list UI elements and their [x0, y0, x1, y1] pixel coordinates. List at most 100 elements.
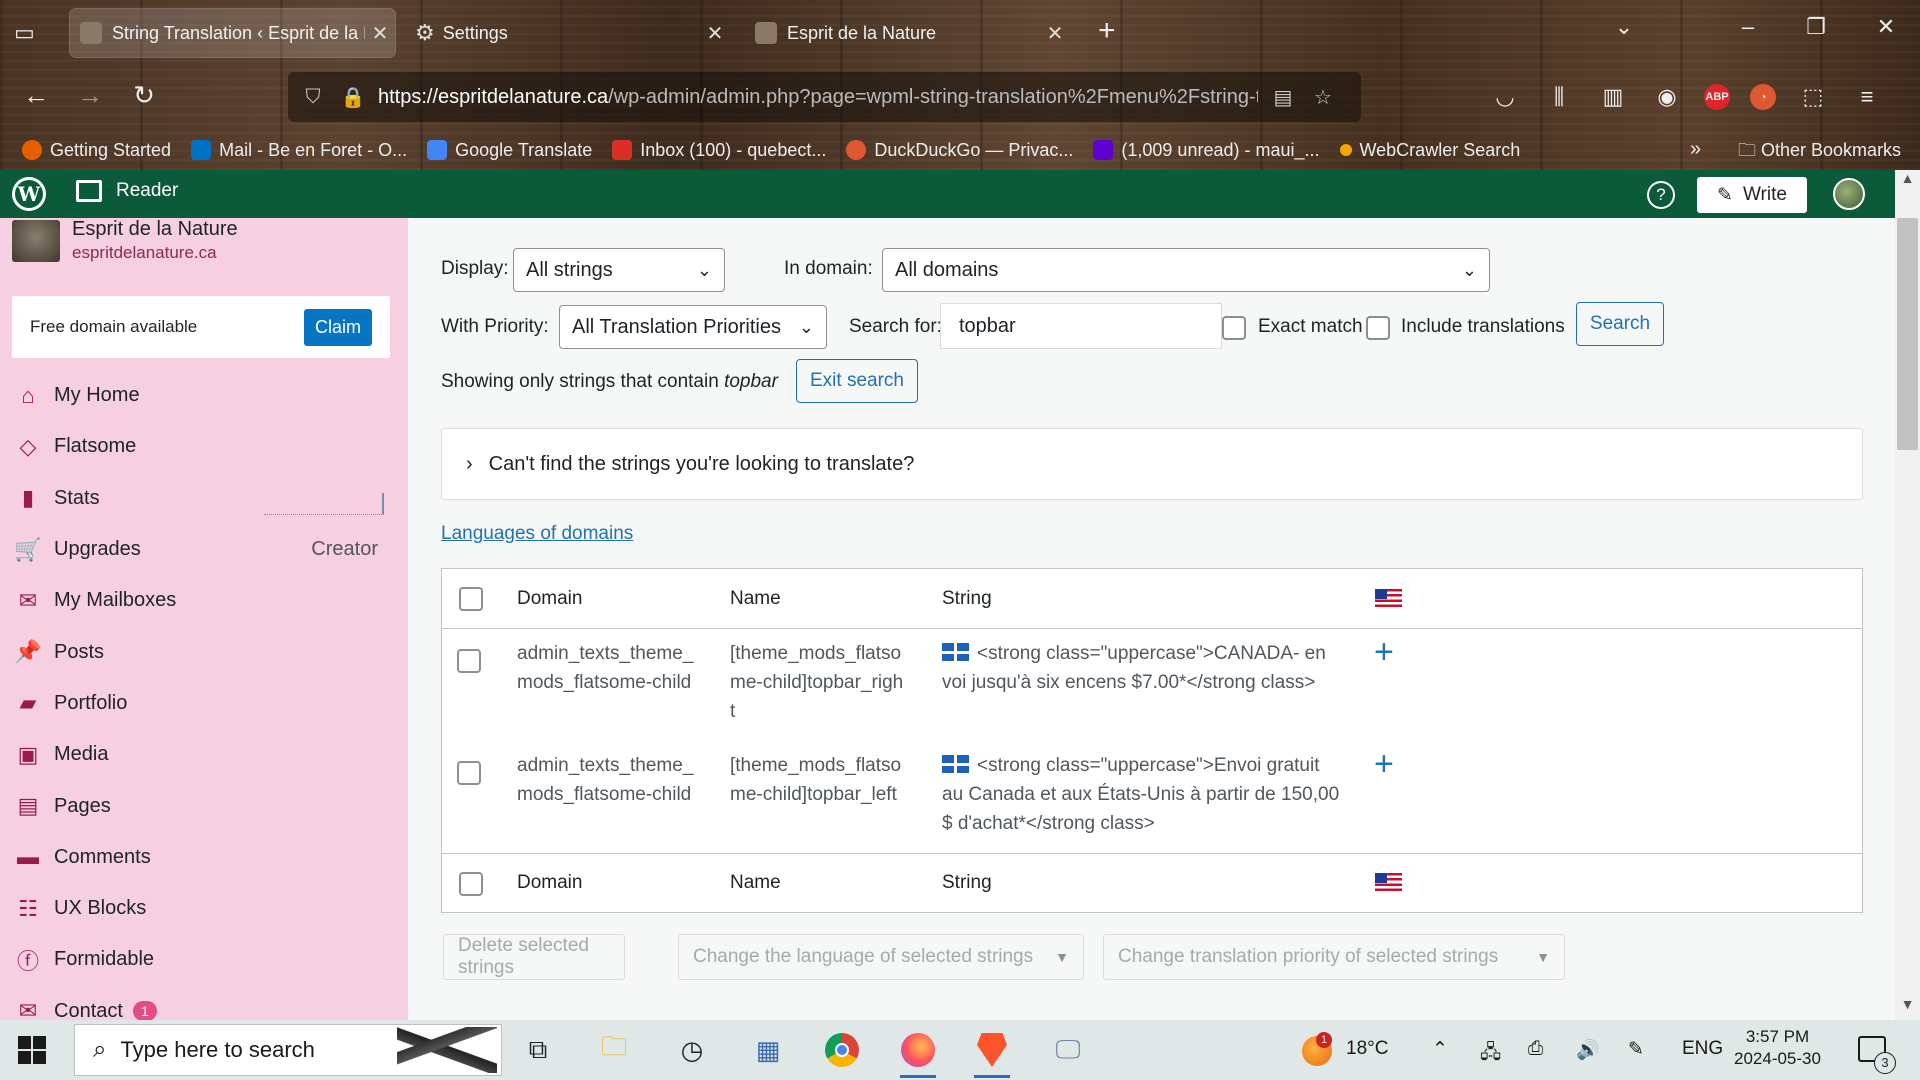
- exit-search-button[interactable]: Exit search: [796, 359, 918, 403]
- brave-icon[interactable]: [970, 1028, 1014, 1078]
- tab-esprit[interactable]: Esprit de la Nature ✕: [745, 9, 1070, 57]
- tab-manager-icon[interactable]: ▭: [14, 20, 44, 46]
- minimize-icon[interactable]: –: [1728, 14, 1768, 40]
- bookmark-webcrawler[interactable]: WebCrawler Search: [1339, 140, 1520, 161]
- duckduckgo-icon[interactable]: ◔: [1750, 84, 1776, 110]
- add-translation-icon[interactable]: +: [1374, 745, 1394, 784]
- change-language-select[interactable]: Change the language of selected strings ▼: [678, 934, 1084, 980]
- sidebar-item-formidable[interactable]: ⓕ Formidable: [0, 934, 408, 985]
- bookmark-mail[interactable]: Mail - Be en Foret - O...: [191, 140, 407, 161]
- row-checkbox[interactable]: [457, 761, 481, 785]
- row-checkbox[interactable]: [457, 649, 481, 673]
- include-translations-checkbox[interactable]: [1366, 316, 1390, 340]
- languages-of-domains-link[interactable]: Languages of domains: [441, 523, 633, 545]
- sidebar-item-comments[interactable]: ▬ Comments: [0, 832, 408, 883]
- search-input[interactable]: topbar: [940, 303, 1222, 349]
- file-explorer-icon[interactable]: 🗀: [592, 1028, 636, 1072]
- sidebar-item-portfolio[interactable]: ▰ Portfolio: [0, 678, 408, 729]
- sidebar-item-pages[interactable]: ▤ Pages: [0, 780, 408, 831]
- url-text[interactable]: https://espritdelanature.ca/wp-admin/adm…: [378, 86, 1258, 109]
- clock-app-icon[interactable]: ◷: [670, 1028, 714, 1072]
- sidebar-item-posts[interactable]: 📌 Posts: [0, 626, 408, 677]
- restore-icon[interactable]: ❐: [1796, 14, 1836, 40]
- forward-icon[interactable]: →: [70, 80, 110, 111]
- lock-icon[interactable]: 🔒: [338, 85, 368, 110]
- other-bookmarks[interactable]: 🗀 Other Bookmarks: [1738, 138, 1901, 168]
- pocket-icon[interactable]: ◡: [1488, 80, 1522, 114]
- write-button[interactable]: ✎ Write: [1697, 177, 1807, 213]
- sidebar-item-upgrades[interactable]: 🛒 Upgrades Creator: [0, 524, 408, 575]
- new-tab-icon[interactable]: +: [1098, 14, 1116, 48]
- sidebar-item-my-home[interactable]: ⌂ My Home: [0, 370, 408, 421]
- reader-view-icon[interactable]: ▤: [1268, 85, 1298, 110]
- language-indicator[interactable]: ENG: [1682, 1038, 1723, 1060]
- avatar[interactable]: [1833, 178, 1865, 210]
- meet-now-icon[interactable]: ⎙: [1528, 1038, 1543, 1060]
- volume-icon[interactable]: 🔊: [1576, 1038, 1600, 1062]
- back-icon[interactable]: ←: [16, 80, 56, 111]
- task-view-icon[interactable]: ⧉: [516, 1028, 560, 1072]
- name-column-footer[interactable]: Name: [730, 868, 781, 897]
- search-button[interactable]: Search: [1576, 302, 1664, 346]
- help-icon[interactable]: ?: [1647, 181, 1675, 209]
- windows-start-icon[interactable]: [18, 1036, 46, 1064]
- missing-strings-accordion[interactable]: › Can't find the strings you're looking …: [441, 428, 1863, 500]
- pen-icon[interactable]: ✎: [1628, 1038, 1644, 1061]
- sidebar-item-flatsome[interactable]: ◇ Flatsome: [0, 421, 408, 472]
- close-tab-icon[interactable]: ✕: [1040, 21, 1070, 46]
- scroll-down-icon[interactable]: ▼: [1895, 996, 1920, 1020]
- bookmark-star-icon[interactable]: ☆: [1308, 85, 1338, 110]
- extensions-icon[interactable]: ⬚: [1796, 80, 1830, 114]
- claim-button[interactable]: Claim: [303, 308, 372, 346]
- calculator-icon[interactable]: ▦: [746, 1028, 790, 1072]
- string-column-header[interactable]: String: [942, 584, 992, 613]
- domain-column-footer[interactable]: Domain: [517, 868, 582, 897]
- sidebar-item-stats[interactable]: ▮ Stats: [0, 473, 408, 524]
- adblock-icon[interactable]: ABP: [1704, 84, 1730, 110]
- domain-select[interactable]: All domains ⌄: [882, 248, 1490, 292]
- monitor-app-icon[interactable]: 🖵: [1046, 1028, 1090, 1072]
- string-column-footer[interactable]: String: [942, 868, 992, 897]
- sidebar-item-media[interactable]: ▣ Media: [0, 729, 408, 780]
- bookmark-google-translate[interactable]: Google Translate: [427, 140, 592, 161]
- system-clock[interactable]: 3:57 PM 2024-05-30: [1734, 1026, 1821, 1070]
- display-select[interactable]: All strings ⌄: [513, 248, 725, 292]
- tab-settings[interactable]: ⚙ Settings ✕: [405, 9, 730, 57]
- account-icon[interactable]: ◉: [1650, 80, 1684, 114]
- close-window-icon[interactable]: ✕: [1866, 14, 1906, 40]
- chrome-icon[interactable]: [820, 1028, 864, 1072]
- delete-selected-button[interactable]: Delete selected strings: [443, 934, 625, 980]
- sidebar-item-my-mailboxes[interactable]: ✉ My Mailboxes: [0, 575, 408, 626]
- sidebar-icon[interactable]: ▥: [1596, 80, 1630, 114]
- temperature[interactable]: 18°C: [1346, 1038, 1388, 1060]
- scrollbar-thumb[interactable]: [1897, 218, 1918, 450]
- sidebar-item-ux-blocks[interactable]: ☷ UX Blocks: [0, 883, 408, 934]
- domain-column-header[interactable]: Domain: [517, 584, 582, 613]
- exact-match-checkbox[interactable]: [1222, 316, 1246, 340]
- wordpress-logo-icon[interactable]: W: [12, 177, 46, 211]
- reader-link[interactable]: Reader: [76, 180, 178, 202]
- firefox-icon[interactable]: [896, 1028, 940, 1078]
- site-header[interactable]: Esprit de la Nature espritdelanature.ca: [12, 218, 238, 263]
- more-bookmarks-icon[interactable]: »: [1690, 138, 1701, 161]
- show-hidden-icons-icon[interactable]: ⌃: [1432, 1038, 1448, 1061]
- select-all-checkbox[interactable]: [459, 587, 483, 611]
- select-all-checkbox[interactable]: [459, 872, 483, 896]
- network-icon[interactable]: 🖧: [1480, 1038, 1501, 1070]
- reload-icon[interactable]: ↻: [124, 80, 164, 111]
- library-icon[interactable]: ⫼: [1542, 80, 1576, 114]
- bookmark-getting-started[interactable]: Getting Started: [22, 140, 171, 161]
- name-column-header[interactable]: Name: [730, 584, 781, 613]
- bookmark-duckduckgo[interactable]: DuckDuckGo — Privac...: [846, 140, 1073, 161]
- scroll-up-icon[interactable]: ▲: [1895, 170, 1920, 194]
- add-translation-icon[interactable]: +: [1374, 633, 1394, 672]
- site-url[interactable]: espritdelanature.ca: [72, 243, 238, 263]
- taskbar-search[interactable]: ⌕ Type here to search: [74, 1024, 502, 1076]
- shield-icon[interactable]: ⛉: [298, 86, 328, 109]
- tab-list-chevron-icon[interactable]: ⌄: [1604, 14, 1644, 40]
- close-tab-icon[interactable]: ✕: [365, 21, 395, 46]
- close-tab-icon[interactable]: ✕: [700, 21, 730, 46]
- change-priority-select[interactable]: Change translation priority of selected …: [1103, 934, 1565, 980]
- sidebar-item-contact[interactable]: ✉ Contact 1: [0, 986, 408, 1020]
- bookmark-inbox[interactable]: Inbox (100) - quebect...: [612, 140, 826, 161]
